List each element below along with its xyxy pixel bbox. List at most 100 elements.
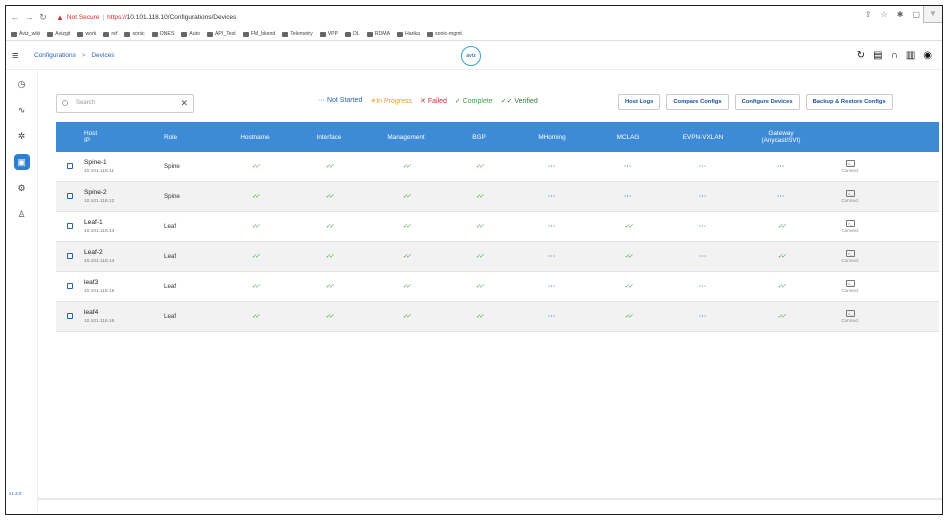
folder-icon — [366, 31, 373, 37]
compare-configs-button[interactable]: Compare Configs — [666, 94, 729, 110]
dashboard-icon[interactable]: ◷ — [14, 76, 30, 92]
mclag-status-cell: ✓✓ — [592, 223, 664, 230]
bookmark-item[interactable]: ONES — [151, 31, 174, 37]
user-icon[interactable]: ◉ — [923, 50, 932, 61]
forward-icon[interactable]: → — [24, 12, 34, 22]
not-started-icon: ··· — [548, 164, 556, 170]
interface-status-cell: ✓✓ — [292, 223, 366, 230]
bgp-status-cell: ✓✓ — [446, 223, 512, 230]
network-icon[interactable]: ✲ — [14, 128, 30, 144]
verified-icon: ✓✓ — [251, 284, 260, 290]
host-cell: leaf3 10.101.118.15 — [84, 279, 164, 294]
connect-button[interactable]: >_ Connect — [820, 190, 880, 203]
connect-button[interactable]: >_ Connect — [820, 220, 880, 233]
clear-icon[interactable]: ✕ — [180, 98, 188, 109]
verified-icon: ✓✓ — [402, 314, 411, 320]
table-row[interactable]: leaf3 10.101.118.15 Leaf ✓✓ ✓✓ ✓✓ ✓✓ ··· ✓✓ ··· ✓✓… — [56, 272, 939, 302]
back-icon[interactable]: ← — [10, 12, 20, 22]
connect-button[interactable]: >_ Connect — [820, 310, 880, 323]
verified-icon: ✓✓ — [251, 164, 260, 170]
bookmark-item[interactable]: sonic — [124, 31, 145, 37]
menu-icon[interactable]: ≡ — [12, 50, 26, 62]
refresh-icon[interactable]: ↻ — [857, 50, 865, 61]
bookmark-item[interactable]: sonic-mgmt — [427, 31, 462, 37]
bgp-status-cell: ✓✓ — [446, 193, 512, 200]
connect-button[interactable]: >_ Connect — [820, 280, 880, 293]
folder-icon — [124, 31, 131, 37]
star-icon[interactable]: ☆ — [881, 10, 888, 19]
breadcrumb-configurations[interactable]: Configurations — [34, 52, 76, 59]
bookmark-item[interactable]: Telemetry — [282, 31, 313, 37]
role-cell: Spine — [164, 193, 180, 200]
share-icon[interactable]: ⇪ — [865, 10, 872, 19]
bookmark-item[interactable]: VPP — [319, 31, 339, 37]
bookmark-label: Avizgit — [55, 31, 71, 37]
table-row[interactable]: Leaf-2 10.101.118.14 Leaf ✓✓ ✓✓ ✓✓ ✓✓ ··· ✓✓ ··· ✓… — [56, 242, 939, 272]
table-row[interactable]: Spine-1 10.101.118.11 Spine ✓✓ ✓✓ ✓✓ ✓✓ ··· ··· ·… — [56, 152, 939, 182]
bookmark-label: VPP — [327, 31, 339, 37]
bookmark-item[interactable]: API_Test — [206, 31, 236, 37]
role-cell: Leaf — [164, 313, 177, 320]
bookmark-item[interactable]: Auto — [181, 31, 200, 37]
row-checkbox[interactable] — [67, 162, 73, 169]
document-icon[interactable]: ▤ — [873, 50, 882, 61]
folder-icon — [242, 31, 249, 37]
backup-restore-button[interactable]: Backup & Restore Configs — [805, 94, 893, 110]
bookmark-item[interactable]: Aviz_wiki — [11, 31, 40, 37]
hostname-status-cell: ✓✓ — [218, 223, 292, 230]
folder-icon — [11, 31, 17, 37]
bookmark-label: sonic-mgmt — [435, 31, 462, 37]
users-icon[interactable]: ♙ — [14, 206, 30, 222]
row-checkbox[interactable] — [67, 222, 73, 229]
table-row[interactable]: leaf4 10.101.118.16 Leaf ✓✓ ✓✓ ✓✓ ✓✓ ··· ✓✓ ··· ✓✓… — [56, 302, 939, 332]
headset-icon[interactable]: ∩ — [891, 50, 898, 61]
row-checkbox[interactable] — [67, 282, 73, 289]
search-input[interactable]: Search ✕ — [56, 93, 194, 113]
host-cell: Spine-1 10.101.118.11 — [84, 159, 164, 174]
bookmark-item[interactable]: Avizgit — [47, 31, 70, 37]
not-started-icon: ··· — [699, 284, 707, 290]
not-secure-label: Not Secure — [66, 13, 100, 21]
row-checkbox[interactable] — [67, 192, 73, 199]
table-row[interactable]: Spine-2 10.101.118.12 Spine ✓✓ ✓✓ ✓✓ ✓✓ ··· ··· ·… — [56, 182, 939, 212]
bookmark-item[interactable]: FM_bkend — [242, 31, 275, 37]
row-checkbox[interactable] — [67, 252, 73, 259]
sidepanel-icon[interactable]: ▢ — [912, 10, 920, 19]
folder-icon — [397, 31, 404, 37]
configurations-icon[interactable]: ▣ — [13, 154, 30, 170]
connect-cell: >_ Connect — [820, 250, 880, 263]
bookmark-item[interactable]: work — [77, 31, 96, 37]
mhoming-status-cell: ··· — [512, 313, 592, 320]
bookmark-label: Aviz_wiki — [19, 31, 41, 37]
connect-label: Connect — [841, 288, 859, 293]
not-started-icon: ··· — [777, 194, 785, 200]
connect-button[interactable]: >_ Connect — [820, 160, 880, 173]
table-row[interactable]: Leaf-1 10.101.118.13 Leaf ✓✓ ✓✓ ✓✓ ✓✓ ··· ✓✓ ··· ✓… — [56, 212, 939, 242]
toolbar: Search ✕ ··· Not Started ✳In Progress ✕ … — [38, 92, 942, 114]
url-field[interactable]: ▲ Not Secure | https:// 10.101.118.10/Co… — [56, 13, 236, 22]
bookmark-label: sonic — [132, 31, 145, 37]
verified-icon: ✓✓ — [475, 224, 484, 230]
host-logs-button[interactable]: Host Logs — [618, 94, 661, 110]
legend-in-progress-label: In Progress — [376, 98, 413, 105]
pulse-icon[interactable]: ∿ — [14, 102, 30, 118]
book-icon[interactable]: ▥ — [906, 50, 915, 61]
row-select — [56, 282, 84, 291]
not-started-icon: ··· — [548, 194, 556, 200]
verified-icon: ✓✓ — [251, 314, 260, 320]
browser-window: ← → ↻ ▲ Not Secure | https:// 10.101.118… — [5, 5, 943, 515]
bookmark-item[interactable]: RDMA — [366, 31, 390, 37]
configure-devices-button[interactable]: Configure Devices — [734, 94, 800, 110]
horizontal-scrollbar[interactable] — [38, 498, 942, 500]
bookmark-item[interactable]: Harika — [397, 31, 420, 37]
connect-button[interactable]: >_ Connect — [820, 250, 880, 263]
row-checkbox[interactable] — [67, 312, 73, 319]
devices-settings-icon[interactable]: ⚙ — [14, 180, 30, 196]
not-started-icon: ··· — [548, 254, 556, 260]
host-name: leaf4 — [84, 309, 99, 316]
extensions-icon[interactable]: ✱ — [897, 10, 904, 19]
browser-menu-icon[interactable]: ▼ — [923, 6, 942, 23]
reload-icon[interactable]: ↻ — [38, 12, 48, 23]
bookmark-item[interactable]: DL — [345, 31, 360, 37]
bookmark-item[interactable]: ref — [103, 31, 117, 37]
